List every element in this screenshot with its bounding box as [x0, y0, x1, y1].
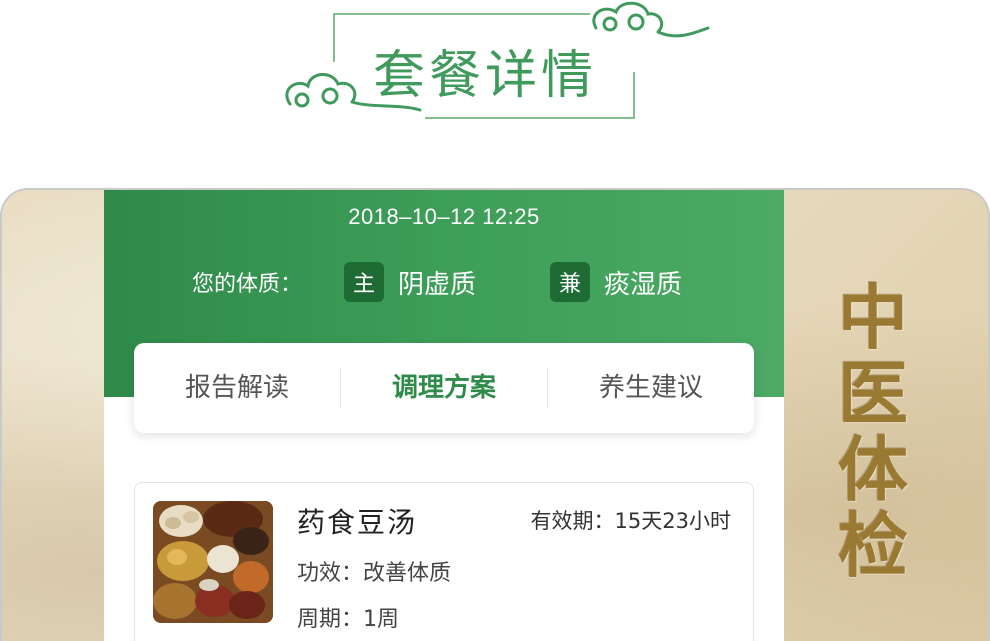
side-title-char: 检 — [838, 504, 908, 587]
tab-bar: 报告解读 调理方案 养生建议 — [134, 343, 754, 433]
section-banner: 套餐详情 — [0, 0, 990, 160]
side-title-vertical: 中 医 体 检 — [828, 280, 918, 584]
secondary-badge: 兼 — [550, 262, 591, 302]
tab-report-interpretation[interactable]: 报告解读 — [134, 368, 340, 408]
plan-card[interactable]: 药食豆汤 有效期：15天23小时 功效：改善体质 周期：1周 — [134, 482, 754, 641]
side-title-char: 医 — [838, 352, 908, 435]
plan-validity: 有效期：15天23小时 — [530, 509, 731, 533]
secondary-constitution-name: 痰湿质 — [604, 269, 683, 300]
tab-conditioning-plan[interactable]: 调理方案 — [341, 368, 547, 408]
plan-effect: 功效：改善体质 — [297, 561, 452, 586]
secondary-constitution: 兼 痰湿质 — [550, 262, 682, 302]
primary-constitution: 主 阴虚质 — [344, 262, 476, 302]
plan-name: 药食豆汤 — [297, 506, 418, 539]
constitution-label: 您的体质： — [192, 272, 303, 297]
primary-constitution-name: 阴虚质 — [398, 269, 477, 300]
side-title-char: 体 — [838, 428, 908, 511]
constitution-row: 您的体质： 主 阴虚质 兼 痰湿质 — [192, 262, 756, 302]
plan-cycle: 周期：1周 — [297, 607, 399, 632]
side-title-char: 中 — [838, 276, 908, 359]
report-datetime: 2018–10–12 12:25 — [348, 204, 540, 229]
tab-health-advice[interactable]: 养生建议 — [548, 368, 754, 408]
phone-screen: 2018–10–12 12:25 您的体质： 主 阴虚质 兼 痰湿质 报告解读 … — [104, 190, 784, 641]
banner-title: 套餐详情 — [372, 45, 597, 106]
herbal-ingredients-image — [153, 501, 273, 623]
primary-badge: 主 — [344, 262, 385, 302]
